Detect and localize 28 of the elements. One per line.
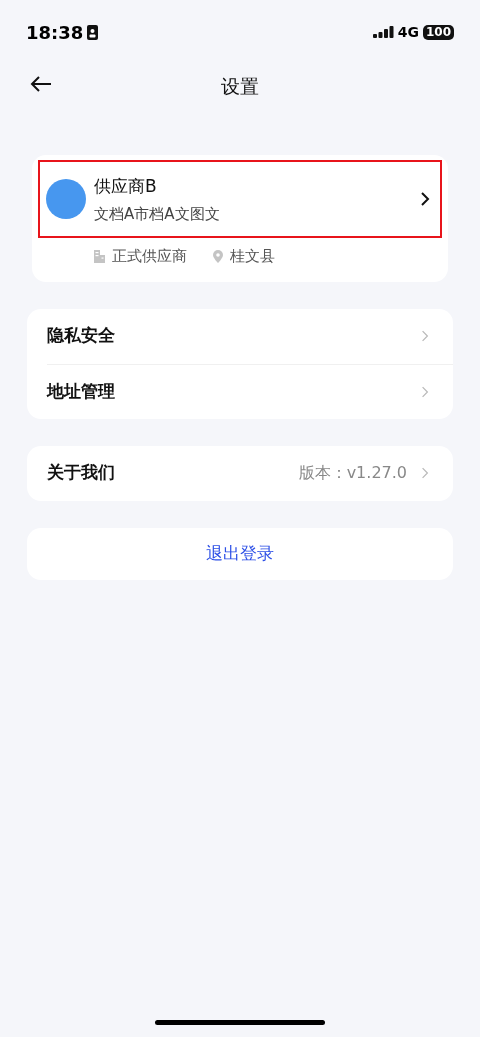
building-icon xyxy=(94,249,105,263)
profile-row[interactable]: 供应商B 文档A市档A文图文 xyxy=(38,160,442,238)
menu-item[interactable]: 地址管理 xyxy=(47,363,453,419)
menu-item-label: 地址管理 xyxy=(47,379,116,403)
chevron-right-icon xyxy=(421,384,429,399)
id-card-icon xyxy=(87,24,99,40)
menu-item-label: 关于我们 xyxy=(47,461,116,485)
back-button[interactable] xyxy=(30,75,52,93)
menu-item[interactable]: 关于我们 版本：v1.27.0 xyxy=(47,445,453,501)
location-pin-icon xyxy=(213,249,223,263)
menu-item-value: 版本：v1.27.0 xyxy=(298,462,407,484)
chevron-right-icon xyxy=(420,191,430,207)
status-time: 18:38 xyxy=(26,20,84,45)
logout-button[interactable]: 退出登录 xyxy=(27,527,453,580)
profile-name: 供应商B xyxy=(94,175,158,196)
network-label: 4G xyxy=(397,22,419,42)
back-arrow-icon xyxy=(30,75,52,93)
profile-tag: 桂文县 xyxy=(230,245,275,268)
profile-tag: 正式供应商 xyxy=(112,245,187,268)
chevron-right-icon xyxy=(421,466,429,480)
chevron-right-icon xyxy=(421,329,429,343)
menu-item[interactable]: 隐私安全 xyxy=(47,308,453,364)
avatar xyxy=(46,179,86,219)
battery-indicator: 100 xyxy=(422,24,454,40)
profile-subtitle: 文档A市档A文图文 xyxy=(94,204,221,223)
signal-icon xyxy=(372,26,394,38)
page-title: 设置 xyxy=(221,73,259,99)
menu-item-label: 隐私安全 xyxy=(47,324,116,348)
